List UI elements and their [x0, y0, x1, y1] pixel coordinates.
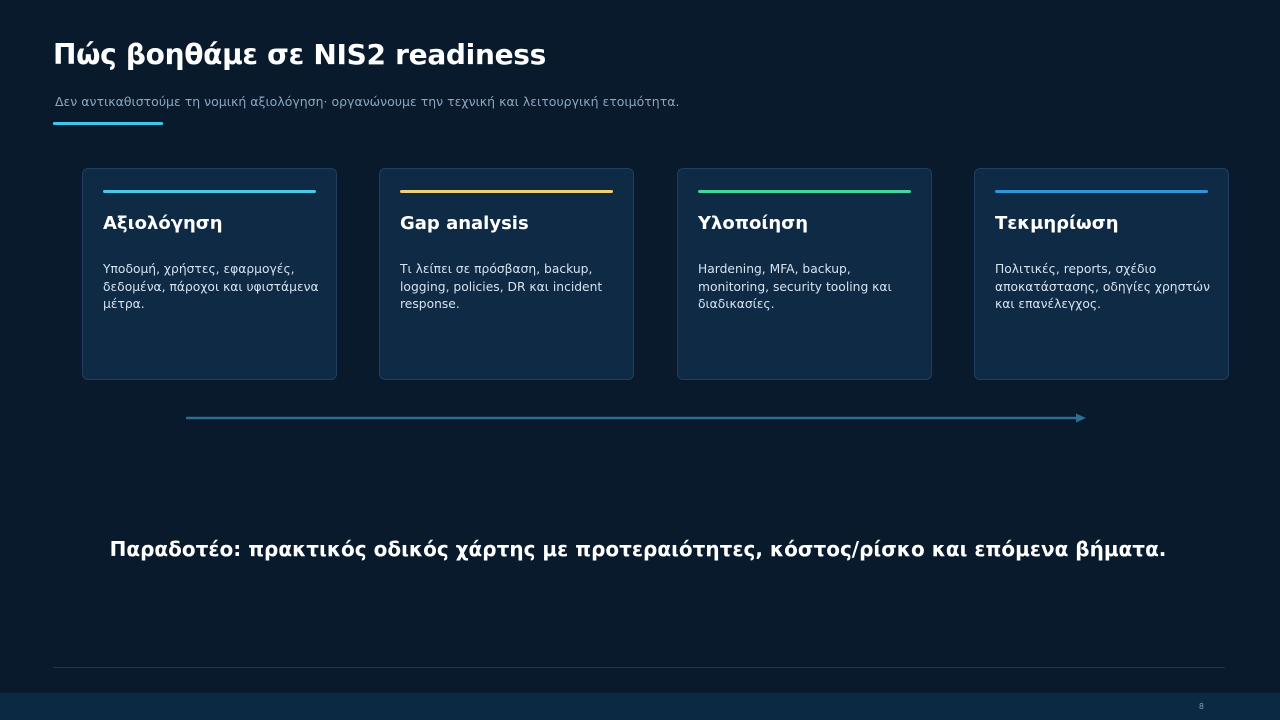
- card-title: Αξιολόγηση: [103, 213, 223, 234]
- card-accent-bar: [400, 190, 613, 193]
- process-arrow: [186, 413, 1086, 423]
- card-accent-bar: [103, 190, 316, 193]
- card-implementation: Υλοποίηση Hardening, MFA, backup, monito…: [677, 168, 932, 380]
- slide-title: Πώς βοηθάμε σε NIS2 readiness: [53, 38, 547, 71]
- title-underline: [53, 122, 163, 125]
- card-title: Υλοποίηση: [698, 213, 809, 234]
- card-title: Τεκμηρίωση: [995, 213, 1119, 234]
- slide-subtitle: Δεν αντικαθιστούμε τη νομική αξιολόγηση·…: [55, 94, 680, 109]
- card-description: Hardening, MFA, backup, monitoring, secu…: [698, 262, 892, 311]
- card-description: Τι λείπει σε πρόσβαση, backup, logging, …: [400, 262, 603, 311]
- card-accent-bar: [995, 190, 1208, 193]
- card-accent-bar: [698, 190, 911, 193]
- footer-divider: [53, 667, 1225, 668]
- footer-bar: 8: [0, 693, 1280, 720]
- page-number: 8: [1198, 702, 1204, 711]
- card-description: Υποδομή, χρήστες, εφαρμογές, δεδομένα, π…: [103, 262, 319, 311]
- card-gap-analysis: Gap analysis Τι λείπει σε πρόσβαση, back…: [379, 168, 634, 380]
- card-assessment: Αξιολόγηση Υποδομή, χρήστες, εφαρμογές, …: [82, 168, 337, 380]
- card-title: Gap analysis: [400, 213, 529, 234]
- deliverable-statement: Παραδοτέο: πρακτικός οδικός χάρτης με πρ…: [109, 537, 1167, 561]
- card-documentation: Τεκμηρίωση Πολιτικές, reports, σχέδιο απ…: [974, 168, 1229, 380]
- card-description: Πολιτικές, reports, σχέδιο αποκατάστασης…: [995, 262, 1210, 311]
